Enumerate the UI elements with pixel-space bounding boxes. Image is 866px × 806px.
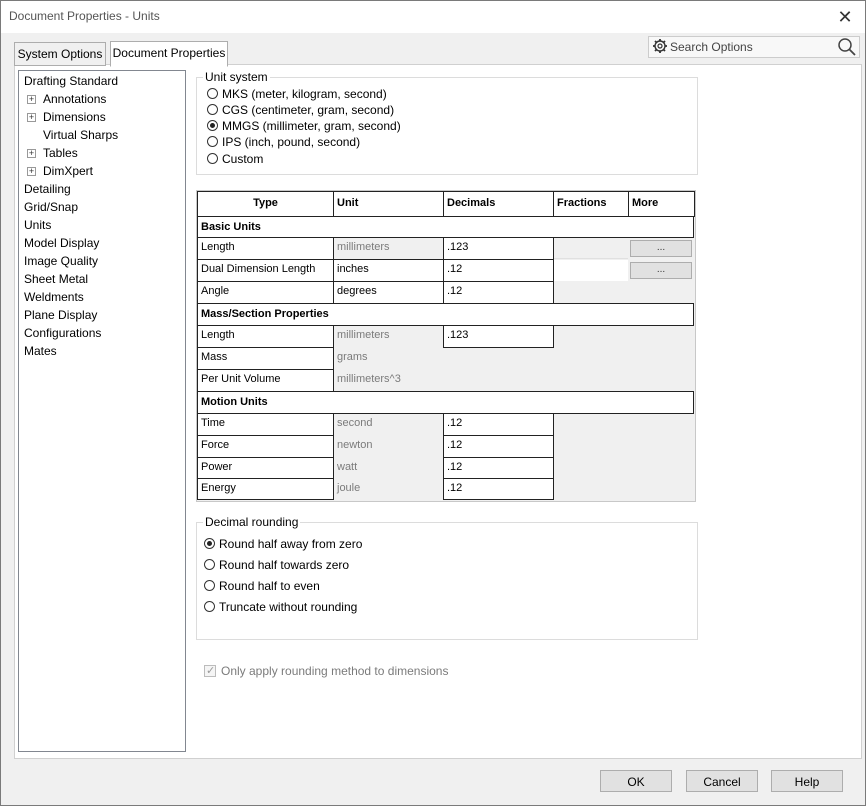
table-cell-unit: watt <box>334 458 443 478</box>
table-cell-type: Angle <box>197 281 334 304</box>
search-box[interactable]: Search Options <box>648 36 860 58</box>
column-header-type: Type <box>197 191 334 217</box>
column-header-unit: Unit <box>333 191 444 217</box>
close-icon[interactable]: ✕ <box>833 5 857 29</box>
expand-icon[interactable]: + <box>27 167 36 176</box>
table-cell-type: Force <box>197 435 334 458</box>
tree-item-detailing[interactable]: Detailing <box>24 181 71 197</box>
table-cell-type: Mass <box>197 347 334 370</box>
more-button[interactable]: ... <box>630 262 692 279</box>
section-mass-properties: Mass/Section Properties <box>197 303 694 326</box>
table-cell-fractions <box>554 370 628 391</box>
help-button[interactable]: Help <box>771 770 843 792</box>
table-cell-type: Energy <box>197 478 334 500</box>
table-cell-decimals <box>444 370 553 391</box>
tree-item-model-display[interactable]: Model Display <box>24 235 99 251</box>
cancel-button[interactable]: Cancel <box>686 770 758 792</box>
checkmark-icon: ✓ <box>206 665 216 677</box>
table-cell-unit: newton <box>334 436 443 457</box>
table-cell-more <box>629 458 694 478</box>
table-cell-decimals[interactable]: .12 <box>443 281 554 304</box>
table-cell-fractions <box>554 414 628 435</box>
ok-button[interactable]: OK <box>600 770 672 792</box>
table-cell-unit[interactable]: degrees <box>333 281 444 304</box>
table-cell-more <box>629 326 694 347</box>
table-cell-unit: second <box>334 414 443 435</box>
title-bar: Document Properties - Units ✕ <box>1 1 865 33</box>
table-cell-type: Power <box>197 457 334 479</box>
expand-icon[interactable]: + <box>27 113 36 122</box>
table-cell-more <box>629 414 694 435</box>
column-header-fractions: Fractions <box>553 191 629 217</box>
options-tree[interactable]: Drafting Standard + Annotations + Dimens… <box>18 70 186 752</box>
tree-item-image-quality[interactable]: Image Quality <box>24 253 98 269</box>
tree-item-annotations[interactable]: Annotations <box>43 91 106 107</box>
table-cell-decimals[interactable]: .12 <box>443 435 554 458</box>
tree-item-mates[interactable]: Mates <box>24 343 57 359</box>
table-cell-type: Dual Dimension Length <box>197 259 334 282</box>
table-cell-type: Time <box>197 413 334 436</box>
column-header-more: More <box>628 191 695 217</box>
table-cell-unit: millimeters^3 <box>334 370 443 391</box>
table-cell-unit: grams <box>334 348 443 369</box>
table-cell-type: Length <box>197 325 334 348</box>
search-input[interactable]: Search Options <box>670 40 753 54</box>
tree-item-dimxpert[interactable]: DimXpert <box>43 163 93 179</box>
table-cell-decimals[interactable]: .123 <box>443 237 554 260</box>
tree-item-plane-display[interactable]: Plane Display <box>24 307 97 323</box>
tree-item-sheet-metal[interactable]: Sheet Metal <box>24 271 88 287</box>
units-table: Type Unit Decimals Fractions More Basic … <box>196 190 696 502</box>
table-cell-fractions[interactable] <box>554 260 628 281</box>
tree-item-dimensions[interactable]: Dimensions <box>43 109 106 125</box>
section-basic-units: Basic Units <box>197 216 694 238</box>
table-cell-type: Length <box>197 237 334 260</box>
table-cell-fractions <box>554 326 628 347</box>
table-cell-more <box>629 370 694 391</box>
table-cell-unit: millimeters <box>334 326 443 347</box>
more-button[interactable]: ... <box>630 240 692 257</box>
table-cell-fractions <box>554 479 628 499</box>
table-cell-more <box>629 282 694 303</box>
expand-icon[interactable]: + <box>27 149 36 158</box>
table-cell-decimals[interactable]: .12 <box>443 413 554 436</box>
table-cell-type: Per Unit Volume <box>197 369 334 392</box>
table-cell-more <box>629 348 694 369</box>
table-cell-unit: joule <box>334 479 443 499</box>
expand-icon[interactable]: + <box>27 95 36 104</box>
tab-system-options[interactable]: System Options <box>14 42 106 66</box>
decimal-rounding-legend: Decimal rounding <box>203 515 301 529</box>
table-cell-fractions <box>554 282 628 303</box>
checkbox-box[interactable]: ✓ <box>204 665 216 677</box>
table-cell-decimals[interactable]: .12 <box>443 478 554 500</box>
gear-icon[interactable] <box>652 38 668 54</box>
tree-item-weldments[interactable]: Weldments <box>24 289 84 305</box>
table-cell-fractions <box>554 348 628 369</box>
tree-item-tables[interactable]: Tables <box>43 145 78 161</box>
tree-item-grid-snap[interactable]: Grid/Snap <box>24 199 78 215</box>
tree-item-units[interactable]: Units <box>24 217 51 233</box>
table-cell-more <box>629 436 694 457</box>
table-cell-unit[interactable]: inches <box>333 259 444 282</box>
only-apply-rounding-label: Only apply rounding method to dimensions <box>221 664 449 678</box>
table-cell-more <box>629 479 694 499</box>
tab-document-properties[interactable]: Document Properties <box>110 41 228 67</box>
section-motion-units: Motion Units <box>197 391 694 414</box>
table-cell-unit: millimeters <box>334 238 443 259</box>
table-cell-decimals[interactable]: .12 <box>443 259 554 282</box>
table-cell-fractions <box>554 458 628 478</box>
tree-item-configurations[interactable]: Configurations <box>24 325 101 341</box>
column-header-decimals: Decimals <box>443 191 554 217</box>
table-cell-fractions <box>554 436 628 457</box>
table-cell-fractions <box>554 238 628 259</box>
window-title: Document Properties - Units <box>9 9 160 23</box>
unit-system-legend: Unit system <box>203 70 270 84</box>
table-cell-decimals <box>444 348 553 369</box>
table-cell-decimals[interactable]: .123 <box>443 325 554 348</box>
table-cell-decimals[interactable]: .12 <box>443 457 554 479</box>
search-icon[interactable] <box>837 37 857 57</box>
tree-item-drafting-standard[interactable]: Drafting Standard <box>24 73 118 89</box>
tree-item-virtual-sharps[interactable]: Virtual Sharps <box>43 127 118 143</box>
